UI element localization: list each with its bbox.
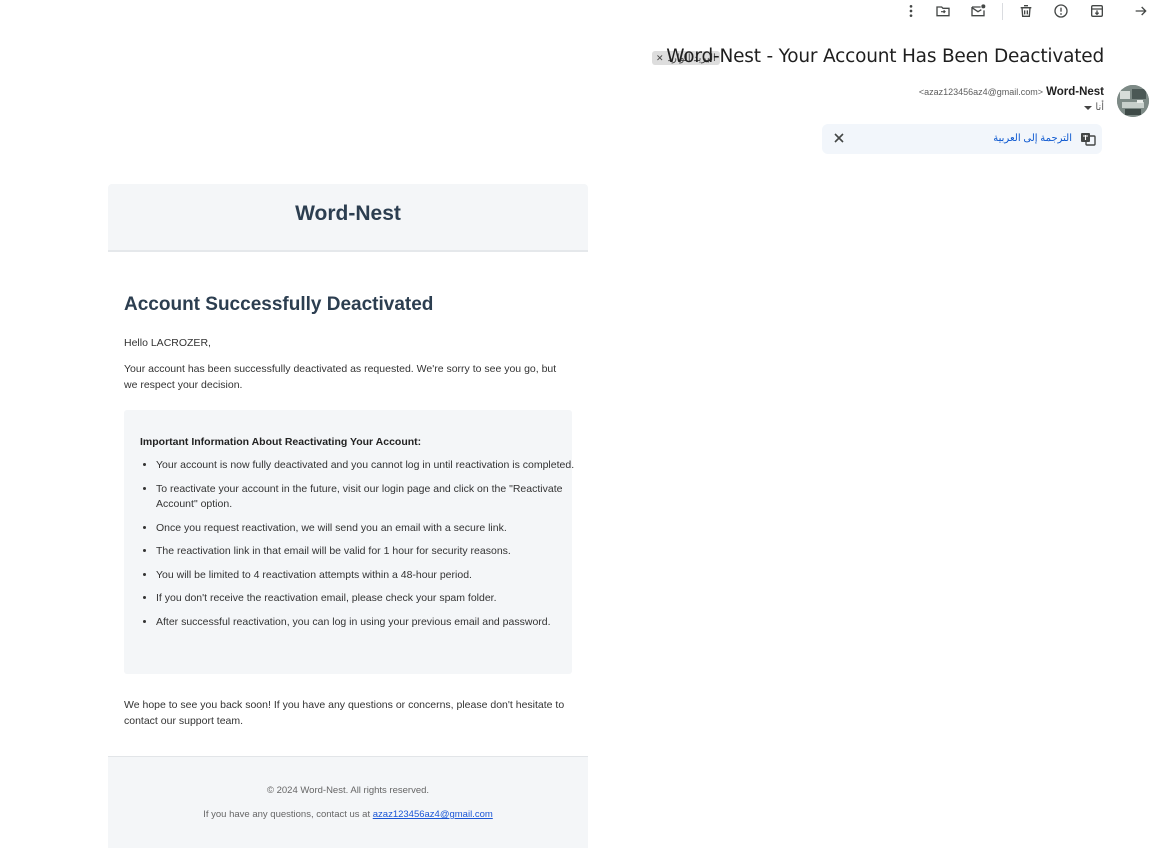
mark-unread-icon[interactable] [969, 2, 987, 20]
translate-bar: الترجمة إلى العربية [822, 124, 1102, 154]
list-item: Your account is now fully deactivated an… [156, 458, 576, 474]
list-item: If you don't receive the reactivation em… [156, 591, 576, 607]
email-header: Word-Nest [108, 184, 588, 252]
contact-email-link[interactable]: azaz123456az4@gmail.com [373, 809, 493, 820]
translate-icon[interactable] [1080, 131, 1096, 147]
sender-name[interactable]: Word-Nest [1046, 86, 1104, 98]
list-item: The reactivation link in that email will… [156, 544, 576, 560]
sender-avatar[interactable] [1117, 85, 1149, 117]
delete-icon[interactable] [1017, 2, 1035, 20]
email-subject: Word-Nest - Your Account Has Been Deacti… [666, 46, 1104, 67]
sender-email: <azaz123456az4@gmail.com> [918, 87, 1044, 97]
more-vert-icon[interactable] [902, 2, 920, 20]
archive-icon[interactable] [1088, 2, 1106, 20]
email-footer: © 2024 Word-Nest. All rights reserved. I… [108, 756, 588, 848]
list-item: Once you request reactivation, we will s… [156, 521, 576, 537]
details-caret-icon[interactable] [1084, 105, 1093, 110]
copyright: © 2024 Word-Nest. All rights reserved. [266, 785, 430, 796]
contact-prefix: If you have any questions, contact us at [203, 809, 373, 820]
list-item: You will be limited to 4 reactivation at… [156, 568, 576, 584]
email-title: Account Successfully Deactivated [124, 294, 434, 315]
toolbar-divider [1002, 3, 1003, 20]
info-title: Important Information About Reactivating… [140, 436, 422, 448]
contact-line: If you have any questions, contact us at… [108, 809, 588, 820]
intro-paragraph: Your account has been successfully deact… [124, 363, 557, 391]
remove-label-icon[interactable]: ✕ [656, 53, 664, 64]
close-icon[interactable] [832, 131, 846, 145]
back-arrow-icon[interactable] [1132, 2, 1150, 20]
brand-name: Word-Nest [295, 202, 401, 225]
list-item: After successful reactivation, you can l… [156, 615, 576, 631]
email-content: Account Successfully Deactivated Hello L… [124, 294, 574, 727]
report-spam-icon[interactable] [1052, 2, 1070, 20]
info-list: Your account is now fully deactivated an… [140, 458, 576, 638]
greeting: Hello LACROZER, [124, 337, 211, 349]
list-item: To reactivate your account in the future… [156, 482, 576, 513]
sender-line: <azaz123456az4@gmail.com> Word-Nest [919, 86, 1104, 98]
recipient-line[interactable]: أنا [1084, 102, 1104, 113]
info-box: Important Information About Reactivating… [124, 410, 574, 674]
closing-paragraph: We hope to see you back soon! If you hav… [124, 699, 565, 727]
recipient: أنا [1095, 102, 1104, 113]
translate-link[interactable]: الترجمة إلى العربية [993, 133, 1072, 144]
move-to-icon[interactable] [934, 2, 952, 20]
email-body: Word-Nest Account Successfully Deactivat… [108, 184, 588, 848]
